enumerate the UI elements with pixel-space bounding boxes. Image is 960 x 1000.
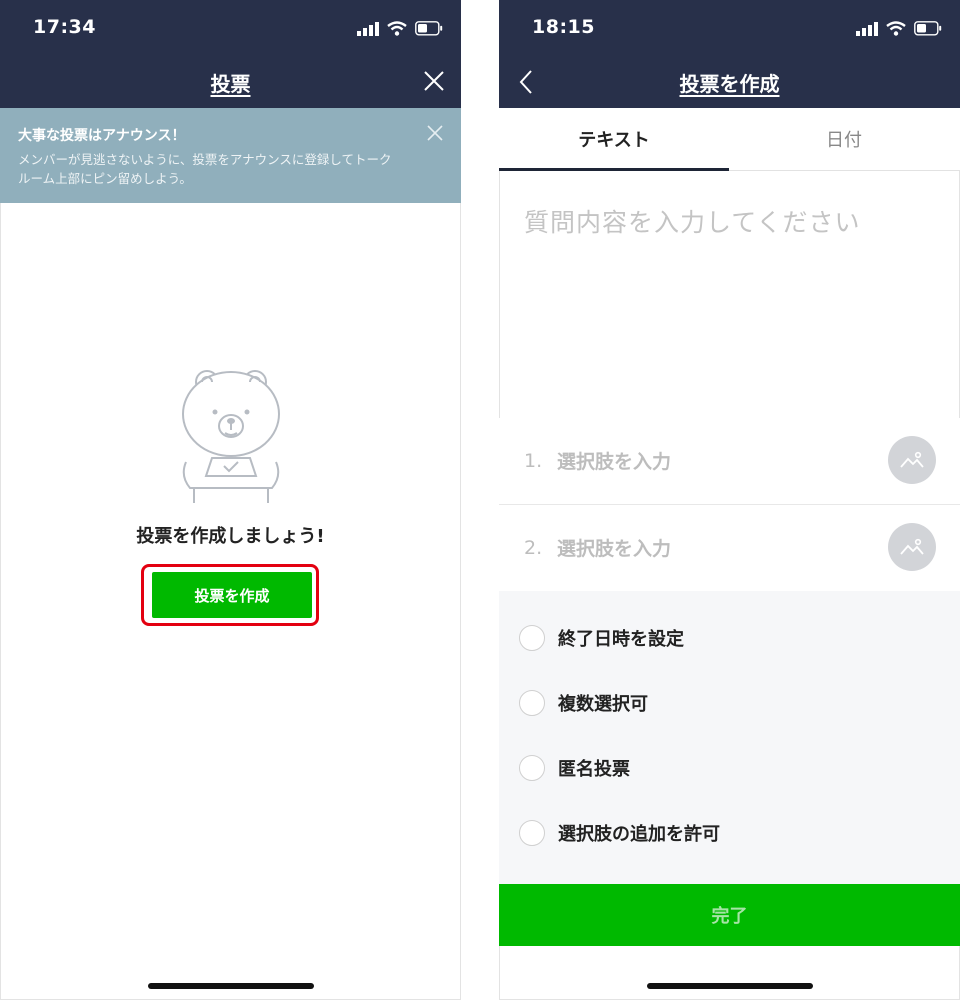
setting-label: 複数選択可	[558, 694, 648, 715]
radio-button[interactable]	[519, 625, 545, 651]
page-title: 投票を作成	[679, 72, 780, 96]
page-title: 投票	[210, 72, 251, 96]
option-number: 1.	[524, 450, 543, 472]
status-icons	[856, 20, 942, 36]
settings-panel: 終了日時を設定 複数選択可 匿名投票 選択肢の追加を許可	[499, 591, 960, 884]
setting-end-datetime[interactable]: 終了日時を設定	[499, 619, 960, 659]
status-time: 17:34	[33, 16, 96, 38]
tab-date[interactable]: 日付	[729, 108, 959, 170]
banner-title: 大事な投票はアナウンス！	[18, 128, 186, 144]
banner-text: メンバーが見逃さないように、投票をアナウンスに登録してトークルーム上部にピン留め…	[18, 152, 392, 186]
image-add-button[interactable]	[888, 436, 936, 484]
announcement-banner: 大事な投票はアナウンス！ メンバーが見逃さないように、投票をアナウンスに登録して…	[0, 108, 461, 203]
radio-button[interactable]	[519, 820, 545, 846]
banner-close-icon[interactable]	[427, 125, 443, 141]
home-indicator	[647, 983, 813, 989]
option-row[interactable]: 2. 選択肢を入力	[499, 505, 960, 592]
radio-button[interactable]	[519, 690, 545, 716]
close-icon[interactable]	[423, 70, 445, 92]
left-screen: 17:34 投票 大事な投票はアナウンス！ メンバーが見逃さないように、投票をア	[0, 0, 461, 1000]
battery-icon	[914, 21, 942, 36]
wifi-icon	[387, 21, 407, 36]
header-bar: 18:15 投票を作成	[499, 0, 960, 108]
status-icons	[357, 20, 443, 36]
tab-text[interactable]: テキスト	[499, 108, 729, 171]
wifi-icon	[886, 21, 906, 36]
question-placeholder: 質問内容を入力してください	[524, 208, 861, 237]
setting-anonymous[interactable]: 匿名投票	[499, 749, 960, 789]
setting-label: 匿名投票	[558, 759, 630, 780]
create-poll-button[interactable]: 投票を作成	[152, 572, 312, 618]
setting-allow-add-options[interactable]: 選択肢の追加を許可	[499, 814, 960, 854]
radio-button[interactable]	[519, 755, 545, 781]
signal-icon	[856, 22, 878, 36]
image-icon	[900, 451, 924, 468]
setting-label: 選択肢の追加を許可	[558, 824, 720, 845]
empty-state-message: 投票を作成しましょう!	[136, 526, 325, 547]
option-number: 2.	[524, 537, 543, 559]
option-input[interactable]: 選択肢を入力	[557, 447, 671, 474]
image-add-button[interactable]	[888, 523, 936, 571]
setting-multiple-choice[interactable]: 複数選択可	[499, 684, 960, 724]
battery-icon	[415, 21, 443, 36]
done-button[interactable]: 完了	[499, 884, 960, 946]
option-row[interactable]: 1. 選択肢を入力	[499, 418, 960, 505]
header-bar: 17:34 投票	[0, 0, 461, 108]
image-icon	[900, 538, 924, 555]
right-screen: 18:15 投票を作成 テキスト 日付 質問内容を入力してください 1. 選択肢…	[499, 0, 960, 1000]
setting-label: 終了日時を設定	[558, 629, 684, 650]
option-input[interactable]: 選択肢を入力	[557, 534, 671, 561]
status-time: 18:15	[532, 16, 595, 38]
tab-bar: テキスト 日付	[499, 108, 960, 171]
bear-illustration	[182, 370, 280, 503]
signal-icon	[357, 22, 379, 36]
home-indicator	[148, 983, 314, 989]
